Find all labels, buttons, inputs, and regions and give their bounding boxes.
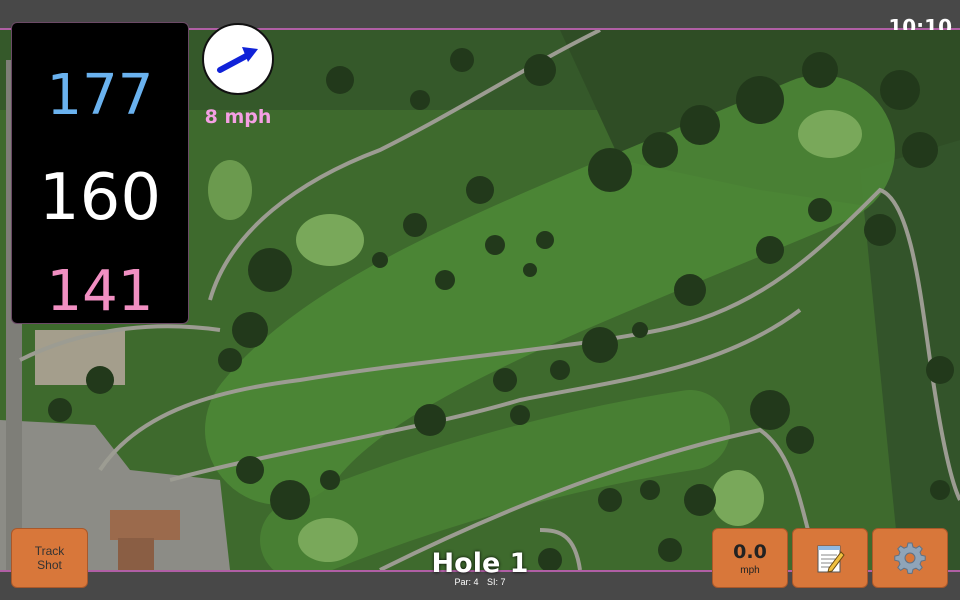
wind-speed: 8 mph	[204, 106, 272, 128]
notes-button[interactable]	[792, 528, 868, 588]
hole-title: Hole 1	[431, 548, 529, 579]
speed-value: 0.0	[733, 540, 767, 563]
notepad-icon	[817, 545, 845, 573]
track-shot-button[interactable]: Track Shot	[11, 528, 88, 588]
gear-icon	[894, 542, 926, 574]
front-distance: 141	[46, 259, 154, 324]
hole-par: Par: 4	[454, 577, 479, 587]
hole-info: Par: 4 SI: 7	[400, 577, 560, 587]
speed-button[interactable]: 0.0 mph	[712, 528, 788, 588]
arrow-right-up-icon	[217, 47, 258, 73]
track-shot-label: Track Shot	[34, 544, 65, 572]
hole-stroke-index: SI: 7	[487, 577, 506, 587]
center-distance: 160	[38, 161, 162, 235]
settings-button[interactable]	[872, 528, 948, 588]
wind-indicator	[202, 23, 274, 95]
back-distance: 177	[46, 63, 154, 128]
speed-unit: mph	[740, 564, 760, 576]
distance-panel: 177 160 141	[11, 22, 189, 324]
